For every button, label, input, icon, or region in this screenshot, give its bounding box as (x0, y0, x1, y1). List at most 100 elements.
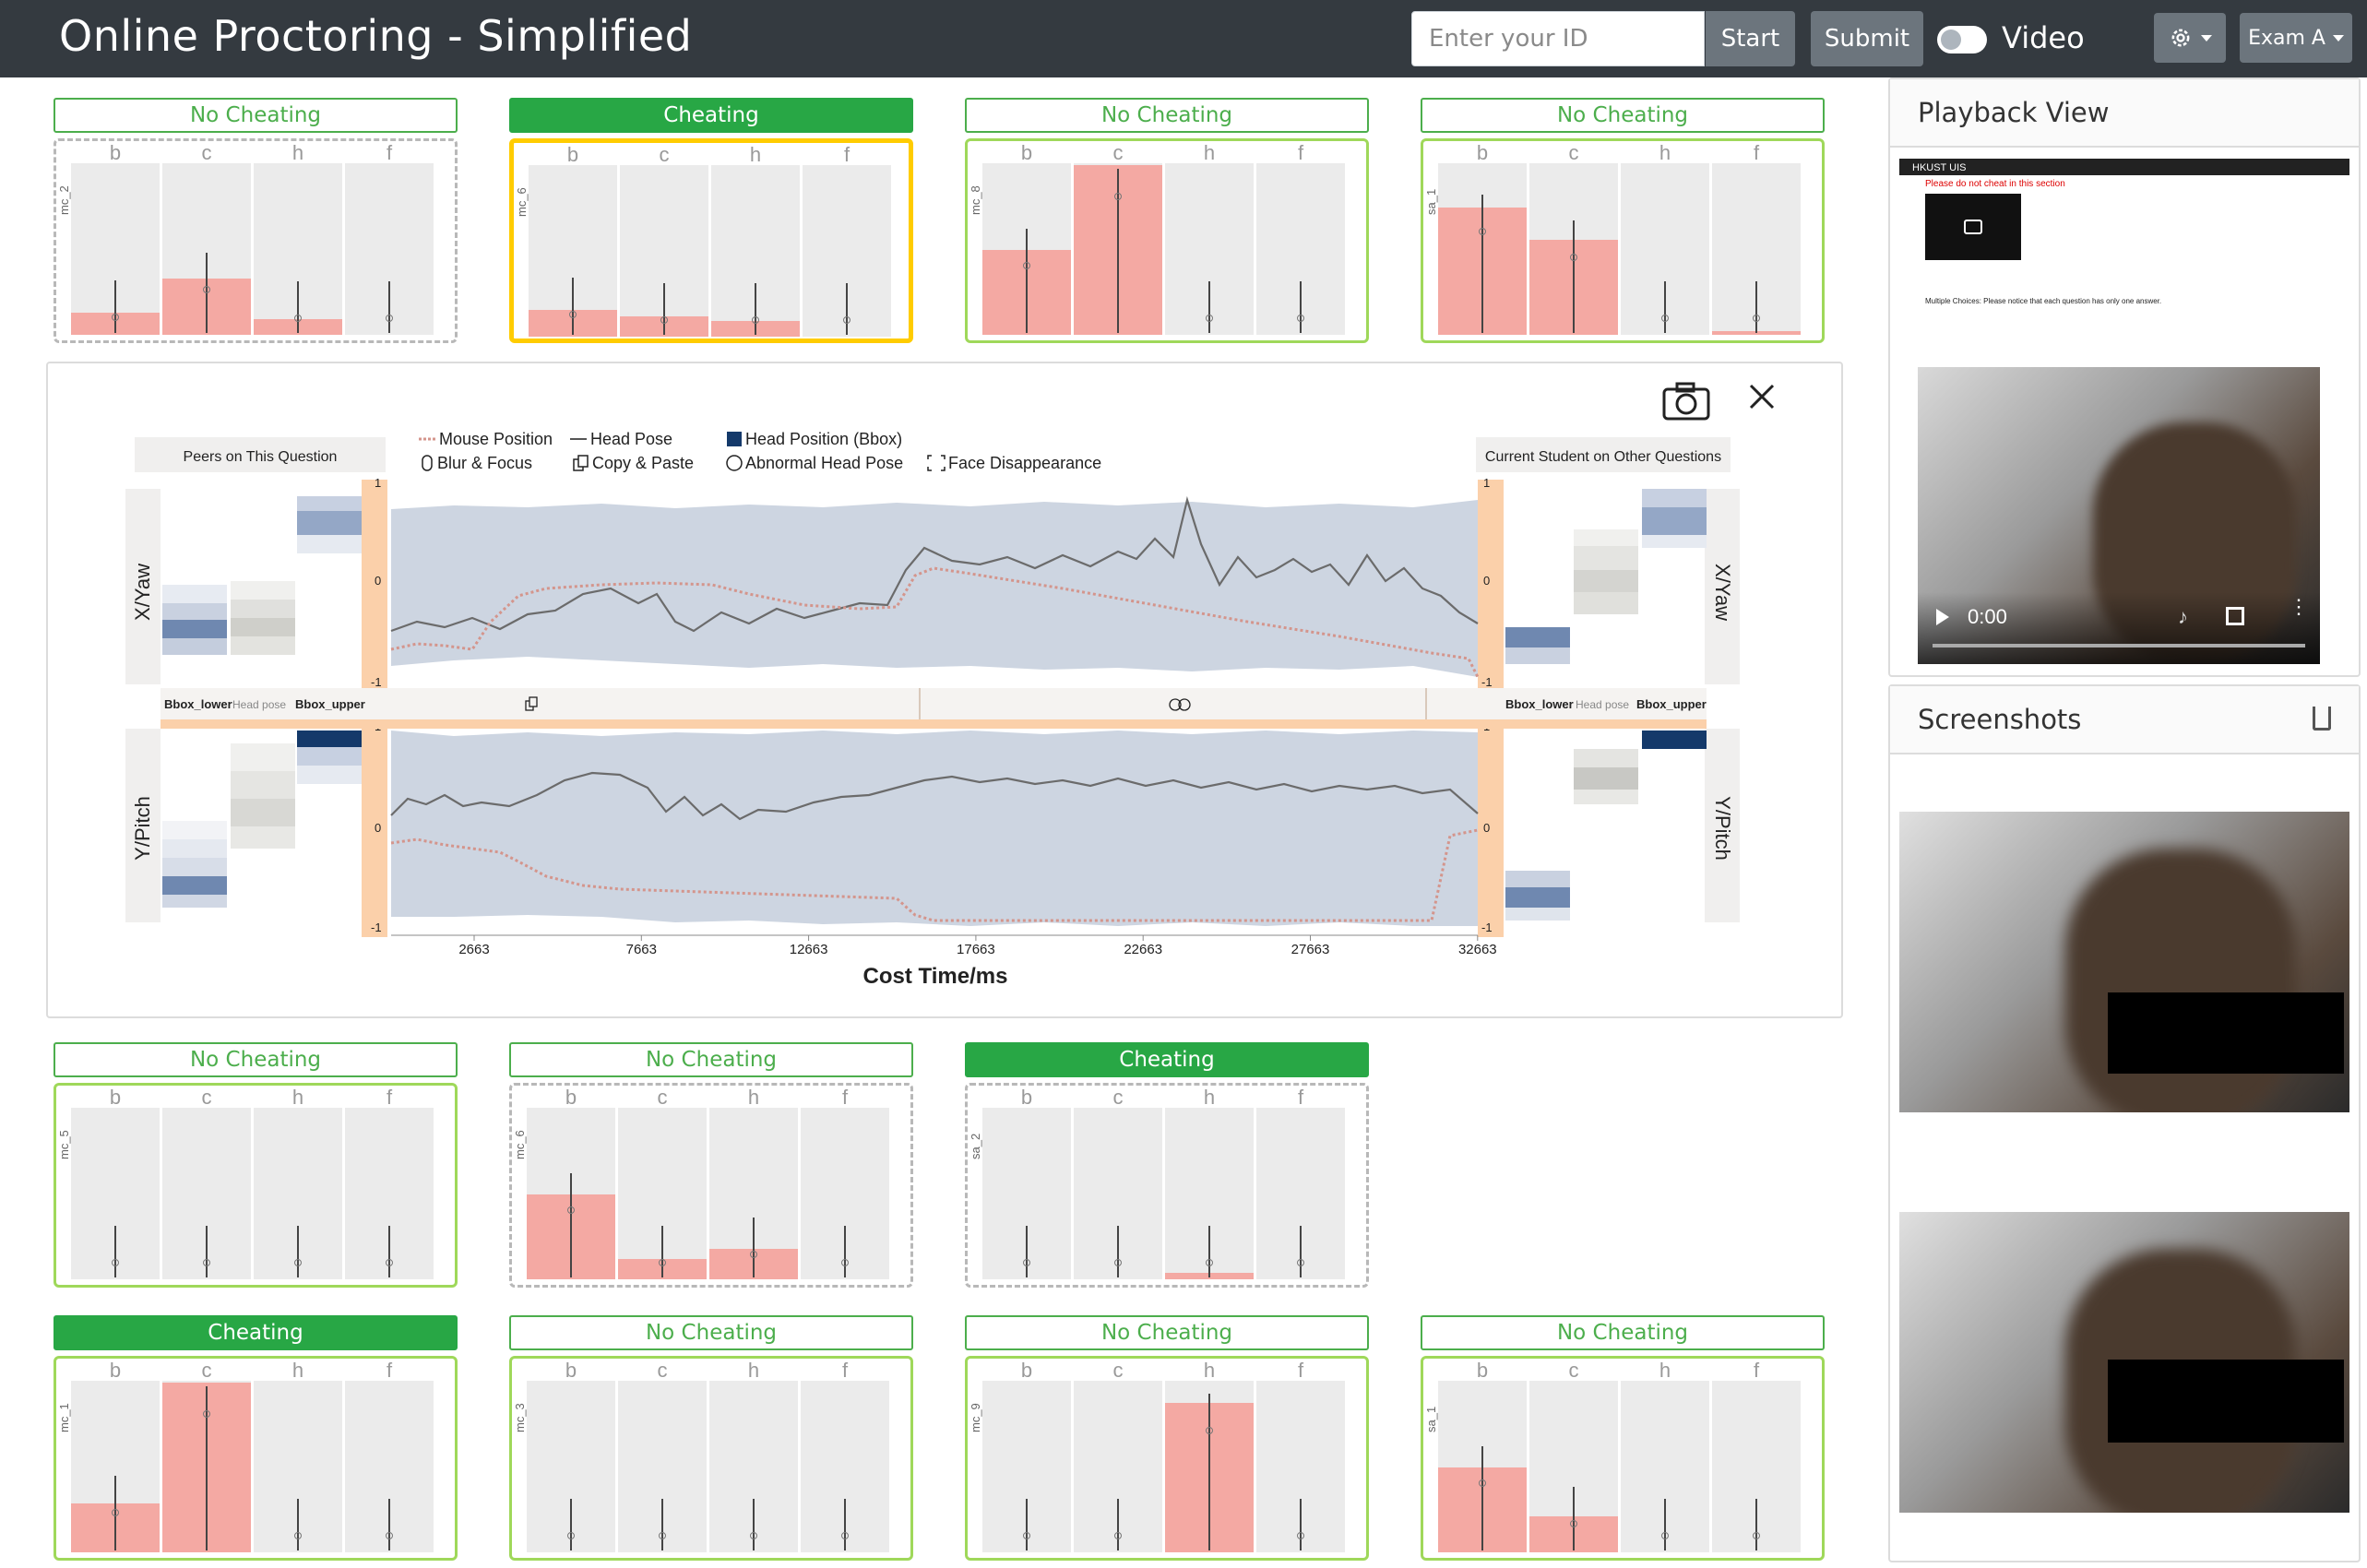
settings-dropdown[interactable] (2154, 13, 2226, 63)
card-status-label[interactable]: No Cheating (965, 1315, 1369, 1350)
video-time: 0:00 (1968, 605, 2007, 628)
column-label: b (109, 141, 122, 164)
error-bar (1573, 1486, 1575, 1550)
card-chart[interactable]: sa_1 b c h f (1421, 138, 1825, 343)
question-card[interactable]: No Cheating sa_1 b c h f (1421, 1315, 1825, 1564)
card-chart[interactable]: mc_2 b c h f (54, 138, 458, 343)
question-card[interactable]: No Cheating mc_5 b c h f (54, 1042, 458, 1291)
mid-left-pose: Head pose (232, 698, 286, 711)
exam-dropdown[interactable]: Exam A (2240, 13, 2352, 63)
svg-text:0: 0 (375, 574, 381, 588)
screenshot-2[interactable] (1899, 1212, 2349, 1513)
student-heatmap-bottom (1505, 731, 1707, 921)
card-status-label[interactable]: Cheating (54, 1315, 458, 1350)
mean-point (750, 1251, 757, 1258)
card-chart[interactable]: mc_6 b c h f (509, 138, 913, 343)
yaw-label-left: X/Yaw (131, 564, 154, 621)
card-chart[interactable]: mc_3 b c h f (509, 1356, 913, 1561)
mean-point (1753, 1532, 1760, 1539)
start-button[interactable]: Start (1706, 11, 1795, 66)
card-chart[interactable]: mc_9 b c h f (965, 1356, 1369, 1561)
svg-text:-1: -1 (1481, 921, 1493, 934)
student-id-input[interactable] (1411, 11, 1705, 66)
volume-icon[interactable]: ♪ (2178, 607, 2198, 627)
question-card[interactable]: Cheating mc_6 b c h f (509, 98, 913, 347)
trash-icon[interactable] (2313, 707, 2331, 731)
card-chart[interactable]: mc_1 b c h f (54, 1356, 458, 1561)
mean-point (750, 1532, 757, 1539)
card-chart[interactable]: mc_5 b c h f (54, 1083, 458, 1288)
question-id: mc_2 (57, 185, 71, 215)
question-card[interactable]: No Cheating mc_8 b c h f (965, 98, 1369, 347)
question-card[interactable]: Cheating sa_2 b c h f (965, 1042, 1369, 1291)
card-chart[interactable]: mc_8 b c h f (965, 138, 1369, 343)
question-card[interactable]: No Cheating mc_6 b c h f (509, 1042, 913, 1291)
error-bar (1208, 1226, 1210, 1277)
column-label: b (1020, 141, 1033, 164)
question-card[interactable]: Cheating mc_1 b c h f (54, 1315, 458, 1564)
error-bar (297, 1226, 299, 1277)
close-icon[interactable] (1749, 384, 1775, 410)
card-chart[interactable]: mc_6 b c h f (509, 1083, 913, 1288)
error-bar (844, 1499, 846, 1550)
error-bar (570, 1499, 572, 1550)
card-status-label[interactable]: Cheating (509, 98, 913, 133)
mean-point (1206, 1259, 1213, 1266)
svg-text:-1: -1 (371, 921, 382, 934)
fullscreen-icon[interactable] (2226, 607, 2244, 625)
card-status-label[interactable]: No Cheating (509, 1042, 913, 1077)
redaction-box (2108, 992, 2344, 1074)
mean-point (1023, 262, 1030, 269)
column-label: b (566, 143, 579, 166)
chevron-down-icon (2201, 34, 2212, 42)
error-bar (570, 1173, 572, 1277)
mean-point (1570, 1519, 1577, 1527)
column-label: h (1203, 1086, 1216, 1109)
column-label: f (1297, 1086, 1304, 1109)
x-tick-label: 7663 (626, 942, 657, 957)
more-icon[interactable]: ⋮ (2289, 597, 2309, 617)
mean-point (1297, 1532, 1304, 1539)
question-card[interactable]: No Cheating mc_9 b c h f (965, 1315, 1369, 1564)
question-card[interactable]: No Cheating mc_3 b c h f (509, 1315, 913, 1564)
video-toggle[interactable] (1937, 26, 1987, 53)
card-status-label[interactable]: No Cheating (509, 1315, 913, 1350)
legend-blur: Blur & Focus (437, 454, 532, 472)
detail-panel: Peers on This Question Current Student o… (46, 362, 1843, 1018)
mean-point (1114, 193, 1122, 200)
question-id: mc_9 (969, 1403, 982, 1432)
question-card[interactable]: No Cheating mc_2 b c h f (54, 98, 458, 347)
card-status-label[interactable]: No Cheating (1421, 98, 1825, 133)
card-chart[interactable]: sa_1 b c h f (1421, 1356, 1825, 1561)
submit-button[interactable]: Submit (1811, 11, 1923, 66)
question-id: sa_2 (969, 1133, 982, 1159)
column-label: h (291, 1359, 304, 1382)
svg-text:0: 0 (1483, 574, 1490, 588)
card-chart[interactable]: sa_2 b c h f (965, 1083, 1369, 1288)
video-progress[interactable] (1933, 644, 2305, 647)
mid-left-lower: Bbox_lower (164, 697, 232, 711)
play-icon[interactable] (1936, 609, 1949, 625)
camera-icon[interactable] (1662, 382, 1710, 421)
preview-header-bar: HKUST UIS (1899, 159, 2349, 175)
card-status-label[interactable]: Cheating (965, 1042, 1369, 1077)
card-status-label[interactable]: No Cheating (1421, 1315, 1825, 1350)
column-label: b (1476, 1359, 1489, 1382)
mean-point (1206, 1427, 1213, 1434)
mean-point (1570, 254, 1577, 261)
error-bar (1026, 1499, 1028, 1550)
question-card[interactable]: No Cheating sa_1 b c h f (1421, 98, 1825, 347)
error-bar (846, 283, 848, 335)
mean-point (112, 1508, 119, 1516)
screenshot-1[interactable] (1899, 812, 2349, 1112)
column-label: h (1203, 1359, 1216, 1382)
video-player[interactable]: 0:00 ♪ ⋮ (1918, 367, 2320, 664)
card-status-label[interactable]: No Cheating (965, 98, 1369, 133)
card-status-label[interactable]: No Cheating (54, 1042, 458, 1077)
column-label: f (1753, 1359, 1760, 1382)
mid-right-upper: Bbox_upper (1636, 697, 1707, 711)
mid-right-pose: Head pose (1576, 698, 1629, 711)
error-bar (388, 281, 390, 333)
card-status-label[interactable]: No Cheating (54, 98, 458, 133)
exam-label: Exam A (2248, 26, 2325, 50)
